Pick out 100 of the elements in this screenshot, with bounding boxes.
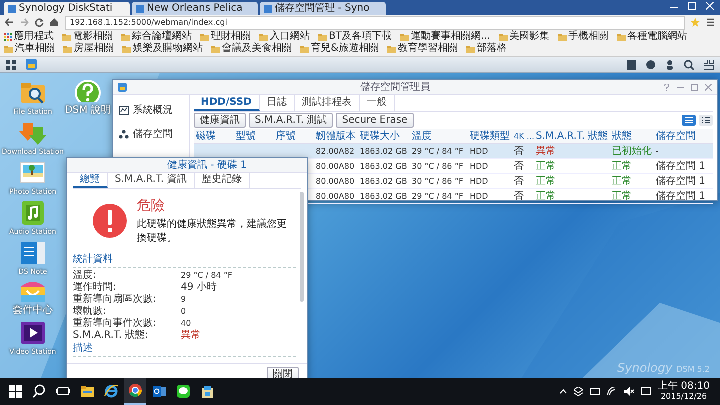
table-cell: 儲存空間 1 <box>654 188 713 204</box>
scrollbar[interactable] <box>300 192 304 302</box>
main-menu-icon[interactable] <box>6 60 16 70</box>
column-header[interactable]: 韌體版本 <box>314 129 358 144</box>
browser-e-icon[interactable] <box>104 384 118 399</box>
network-icon[interactable] <box>607 387 617 396</box>
bookmark[interactable]: 部落格 <box>466 43 507 55</box>
toolbar-button[interactable]: S.M.A.R.T. 測試 <box>249 113 334 128</box>
table-cell: 已初始化 <box>610 144 654 158</box>
column-header[interactable]: 儲存空間 <box>654 129 713 144</box>
folder-icon <box>200 34 209 40</box>
tab[interactable]: 一般 <box>360 95 395 111</box>
widgets-icon[interactable] <box>704 60 714 70</box>
tab[interactable]: 歷史記錄 <box>195 173 250 188</box>
table-cell: 儲存空間 1 <box>654 174 713 188</box>
back-arrow-icon[interactable] <box>5 18 14 27</box>
folder-icon[interactable] <box>80 384 94 399</box>
bookmark[interactable]: 美國影集 <box>498 31 550 43</box>
browser-tab[interactable]: New Orleans Pelica <box>132 2 258 15</box>
notebook-icon[interactable] <box>19 239 47 267</box>
folder-icon <box>4 46 13 52</box>
column-header[interactable]: 溫度 <box>410 129 468 144</box>
help-icon[interactable] <box>664 84 670 90</box>
reload-icon[interactable] <box>35 18 44 27</box>
search-icon[interactable] <box>684 60 694 70</box>
tab[interactable]: HDD/SSD <box>194 95 260 111</box>
table-cell: 正常 <box>610 174 654 188</box>
bookmark[interactable]: 娛樂及購物網站 <box>122 43 203 55</box>
bookmark[interactable]: 運動賽事相關網... <box>400 31 491 43</box>
browser-tab[interactable]: Synology DiskStati <box>4 2 130 15</box>
toolbar-button[interactable]: Secure Erase <box>336 113 414 128</box>
table-cell: 29 °C / 84 °F <box>410 144 468 158</box>
dots-icon <box>119 130 129 138</box>
stat-label: 壞軌數: <box>73 304 108 318</box>
bookmark[interactable]: BT及各項下載 <box>318 31 392 43</box>
stat-value: 49 小時 <box>181 280 218 294</box>
clock-date[interactable]: 2015/12/26 <box>660 392 708 402</box>
table-cell: 29 °C / 84 °F <box>410 188 468 204</box>
volume-icon[interactable] <box>624 387 634 396</box>
column-header[interactable]: 狀態 <box>610 129 654 144</box>
browser-tab[interactable]: 儲存空間管理 - Syno <box>260 2 386 15</box>
status-title: 危險 <box>137 197 166 215</box>
bookmark[interactable]: 手機相關 <box>558 31 609 43</box>
folder-icon <box>259 34 268 40</box>
sidebar-item[interactable]: 儲存空間 <box>113 125 189 143</box>
detail-view-button[interactable] <box>699 115 713 126</box>
menu-icon[interactable] <box>706 18 715 27</box>
bookmark[interactable]: 房屋相關 <box>63 43 114 55</box>
box-icon[interactable] <box>574 387 583 396</box>
caret-icon[interactable] <box>560 389 567 394</box>
bookmark[interactable]: 會議及美食相關 <box>211 43 292 55</box>
search-icon[interactable] <box>32 384 46 399</box>
keyboard-icon[interactable] <box>590 388 600 395</box>
package-icon[interactable] <box>200 384 214 399</box>
column-header[interactable]: 硬碟大小 <box>358 129 410 144</box>
windows-logo-icon[interactable] <box>8 384 22 399</box>
tab[interactable]: S.M.A.R.T. 資訊 <box>108 173 196 188</box>
bookmark[interactable]: 教育學習相關 <box>386 43 458 55</box>
bookmark[interactable]: 汽車相關 <box>4 43 55 55</box>
bookmark[interactable]: 理財相關 <box>200 31 251 43</box>
star-icon[interactable] <box>691 18 700 27</box>
home-icon[interactable] <box>50 18 59 27</box>
table-cell: HDD <box>468 158 512 174</box>
clock-time[interactable]: 上午 08:10 <box>658 381 710 392</box>
play-film-icon[interactable] <box>19 319 47 347</box>
address-field[interactable]: 192.168.1.152:5000/webman/index.cgi <box>65 16 685 30</box>
bookmark[interactable]: 育兒&旅遊相關 <box>300 43 379 55</box>
bookmark[interactable]: 電影相關 <box>62 31 113 43</box>
app-icon <box>118 82 127 92</box>
stat-label: 重新導向事件次數: <box>73 316 158 330</box>
table-cell: 1863.02 GB <box>358 144 410 158</box>
list-view-button[interactable] <box>682 115 696 126</box>
chat-bubble-icon[interactable] <box>176 384 190 399</box>
tab[interactable]: 日誌 <box>260 95 295 111</box>
folder-icon <box>498 34 508 40</box>
column-header[interactable]: 磁碟 <box>194 129 234 144</box>
column-header[interactable]: 4K ... <box>512 129 534 144</box>
table-cell: 1863.02 GB <box>358 158 410 174</box>
folder-icon <box>558 34 567 40</box>
music-note-icon[interactable] <box>19 199 47 227</box>
column-header[interactable]: 序號 <box>274 129 314 144</box>
bookmark[interactable]: 綜合論壇網站 <box>121 31 192 43</box>
tab[interactable]: 總覽 <box>73 173 108 188</box>
mail-app-icon[interactable] <box>152 384 166 399</box>
tab[interactable]: 測試排程表 <box>294 95 360 111</box>
column-header[interactable]: 型號 <box>234 129 274 144</box>
stat-value: 40 <box>181 318 192 328</box>
sidebar-item[interactable]: 系統概況 <box>113 101 189 119</box>
window-title: 儲存空間管理員 <box>360 80 432 94</box>
column-header[interactable]: 硬碟類型 <box>468 129 512 144</box>
close-button[interactable]: 關閉 <box>267 366 299 378</box>
bookmark[interactable]: 各種電腦網站 <box>616 31 688 43</box>
shopping-bag-icon[interactable] <box>19 279 47 302</box>
column-header[interactable]: S.M.A.R.T. 狀態 <box>534 129 610 144</box>
bookmark[interactable]: 入口網站 <box>259 31 310 43</box>
browser-circle-icon[interactable] <box>128 383 142 398</box>
bookmark[interactable]: 應用程式 <box>4 31 54 43</box>
question-mark-icon[interactable] <box>74 79 102 102</box>
toolbar-button[interactable]: 健康資訊 <box>194 113 246 128</box>
user-icon[interactable] <box>666 60 674 70</box>
